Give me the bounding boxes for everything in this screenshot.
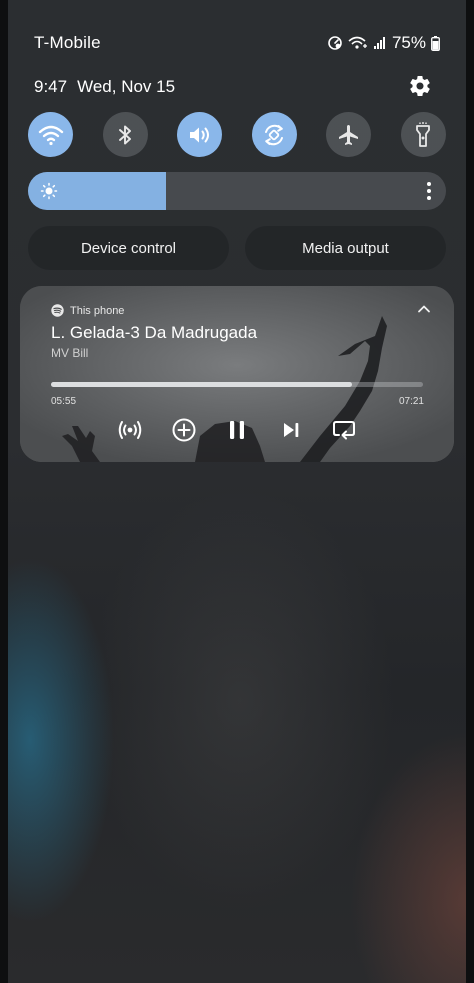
broadcast-icon — [118, 421, 142, 439]
screen-edge-right — [466, 0, 474, 983]
battery-percent: 75% — [391, 33, 426, 52]
battery-icon — [431, 35, 440, 51]
shade-buttons: Device control Media output — [28, 226, 446, 270]
pause-icon — [230, 421, 244, 439]
pause-button[interactable] — [223, 416, 251, 444]
sound-toggle[interactable] — [177, 112, 223, 157]
flashlight-toggle[interactable] — [400, 112, 446, 157]
carrier-name: T-Mobile — [34, 33, 101, 52]
spotify-icon — [51, 304, 64, 317]
wifi-icon — [38, 125, 63, 145]
gear-icon — [410, 76, 430, 97]
next-track-button[interactable] — [277, 416, 305, 444]
airplane-icon — [338, 124, 358, 145]
repeat-button[interactable] — [330, 416, 358, 444]
media-source: This phone — [51, 304, 124, 317]
track-artist: MV Bill — [51, 346, 89, 360]
wifi-toggle[interactable] — [28, 112, 73, 157]
cast-button[interactable] — [116, 416, 144, 444]
brightness-slider[interactable] — [28, 172, 446, 210]
playback-controls — [116, 416, 358, 444]
settings-button[interactable] — [408, 74, 432, 98]
data-saver-icon — [327, 35, 343, 51]
notification-shade: T-Mobile 75% 9:47 Wed, Nov 15 Device con… — [0, 0, 474, 983]
add-to-library-button[interactable] — [170, 416, 198, 444]
more-options-icon[interactable] — [426, 181, 432, 201]
volume-icon — [189, 127, 209, 142]
device-control-button[interactable]: Device control — [28, 226, 229, 270]
sun-icon — [40, 182, 58, 200]
signal-icon — [373, 36, 387, 50]
total-time: 07:21 — [398, 396, 424, 407]
auto-rotate-toggle[interactable] — [251, 112, 297, 157]
track-title: L. Gelada-3 Da Madrugada — [51, 323, 258, 342]
repeat-icon — [333, 421, 355, 440]
airplane-toggle[interactable] — [326, 112, 372, 157]
media-player-card[interactable]: This phone L. Gelada-3 Da Madrugada MV B… — [20, 286, 454, 462]
add-circle-icon — [172, 418, 195, 442]
date-time[interactable]: 9:47 Wed, Nov 15 — [34, 77, 175, 97]
playback-progress-fill — [51, 382, 353, 387]
clock: 9:47 — [34, 77, 68, 96]
media-source-label: This phone — [70, 304, 125, 317]
flashlight-icon — [416, 121, 431, 147]
status-icons: 75% — [327, 33, 440, 53]
bluetooth-icon — [119, 125, 132, 144]
wifi-calling-icon — [348, 35, 368, 51]
playback-progress-bar[interactable] — [51, 382, 423, 387]
date: Wed, Nov 15 — [77, 77, 176, 96]
media-output-button[interactable]: Media output — [245, 226, 446, 270]
elapsed-time: 05:55 — [51, 396, 77, 407]
skip-next-icon — [283, 423, 298, 437]
chevron-up-icon[interactable] — [416, 303, 432, 315]
bluetooth-toggle[interactable] — [102, 112, 148, 157]
screen-edge-left — [0, 0, 8, 983]
rotate-icon — [265, 124, 284, 145]
quick-toggles — [28, 112, 446, 157]
